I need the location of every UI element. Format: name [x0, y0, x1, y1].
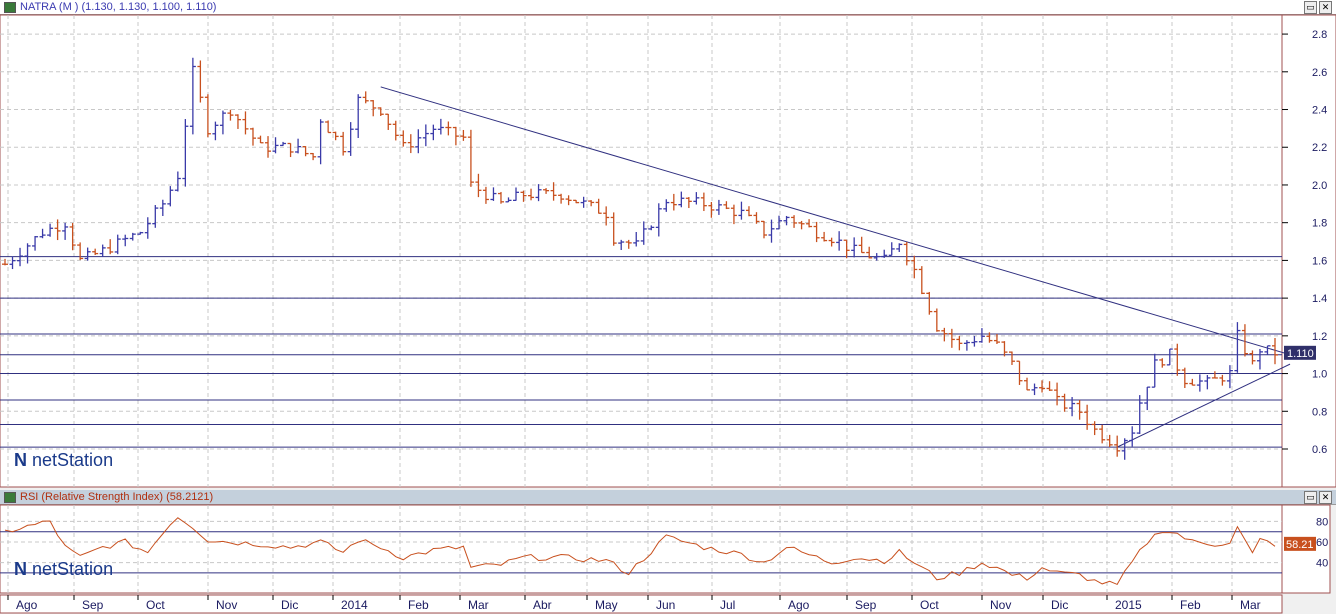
- x-tick-label: Nov: [216, 598, 237, 612]
- y-tick-label: 1.2: [1312, 331, 1327, 343]
- x-axis-bg: [0, 594, 1283, 614]
- x-tick-label: Jul: [720, 598, 735, 612]
- x-tick-label: Sep: [855, 598, 877, 612]
- rsi-tick-label: 80: [1316, 516, 1328, 528]
- x-tick-label: Abr: [533, 598, 552, 612]
- x-tick-label: 2014: [341, 598, 368, 612]
- last-price-label: 1.110: [1287, 348, 1314, 360]
- logo-rsi: N netStation: [14, 559, 114, 579]
- logo: N netStation: [14, 450, 114, 470]
- x-tick-label: Mar: [468, 598, 489, 612]
- y-tick-label: 2.8: [1312, 29, 1327, 41]
- y-tick-label: 1.0: [1312, 369, 1327, 381]
- x-tick-label: Jun: [656, 598, 675, 612]
- y-tick-label: 2.6: [1312, 67, 1327, 79]
- x-tick-label: Sep: [82, 598, 104, 612]
- x-tick-label: Nov: [990, 598, 1011, 612]
- x-tick-label: May: [595, 598, 618, 612]
- rsi-tick-label: 60: [1316, 537, 1328, 549]
- y-tick-label: 2.4: [1312, 105, 1327, 117]
- x-tick-label: Feb: [1180, 598, 1201, 612]
- y-tick-label: 1.4: [1312, 293, 1327, 305]
- x-tick-label: Mar: [1240, 598, 1261, 612]
- x-tick-label: Oct: [146, 598, 165, 612]
- x-tick-label: Dic: [1051, 598, 1068, 612]
- y-tick-label: 2.0: [1312, 180, 1327, 192]
- x-tick-label: Dic: [281, 598, 298, 612]
- y-tick-label: 1.8: [1312, 218, 1327, 230]
- y-tick-label: 0.6: [1312, 444, 1327, 456]
- x-tick-label: Ago: [788, 598, 810, 612]
- chart-area[interactable]: Ago Sep Oct Nov Dic 2014 Feb Mar Abr May Jun Jul Ago…: [0, 0, 1336, 614]
- x-tick-label: Oct: [920, 598, 939, 612]
- x-tick-label: Ago: [16, 598, 38, 612]
- price-axis-bg: [1281, 14, 1336, 488]
- rsi-tick-label: 40: [1316, 558, 1328, 570]
- y-tick-label: 1.6: [1312, 255, 1327, 267]
- rsi-value-label: 58.21: [1286, 539, 1314, 551]
- x-tick-label: Feb: [408, 598, 429, 612]
- y-tick-label: 0.8: [1312, 406, 1327, 418]
- x-tick-label: 2015: [1115, 598, 1142, 612]
- y-tick-label: 2.2: [1312, 142, 1327, 154]
